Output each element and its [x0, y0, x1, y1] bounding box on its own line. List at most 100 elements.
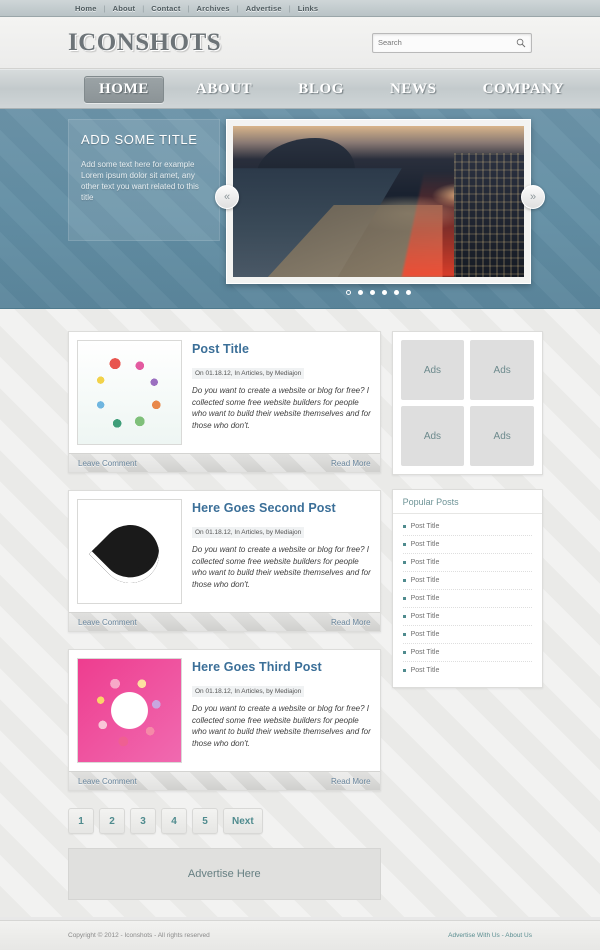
- main-navigation: HOME ABOUT BLOG NEWS COMPANY: [0, 69, 600, 109]
- pagination-page-4[interactable]: 4: [161, 808, 187, 834]
- bullet-icon: [402, 669, 406, 672]
- list-item-label: Post Title: [410, 649, 440, 656]
- post-card: Here Goes Second Post On 01.18.12, In Ar…: [68, 490, 381, 632]
- top-nav-link-advertise[interactable]: Advertise: [239, 4, 289, 13]
- list-item[interactable]: Post Title: [402, 590, 532, 608]
- post-meta: On 01.18.12, In Articles, by Mediajon: [192, 368, 305, 379]
- list-item-label: Post Title: [410, 577, 440, 584]
- hero-caption-title: ADD SOME TITLE: [81, 132, 198, 147]
- slider-dot[interactable]: [358, 290, 363, 295]
- hero-caption-text: Add some text here for example Lorem ips…: [81, 160, 199, 202]
- list-item[interactable]: Post Title: [402, 662, 532, 679]
- top-nav-link-home[interactable]: Home: [68, 4, 104, 13]
- post-excerpt: Do you want to create a website or blog …: [192, 545, 371, 589]
- slider-dot[interactable]: [346, 290, 351, 295]
- site-footer: Copyright © 2012 - Iconshots - All right…: [0, 920, 600, 950]
- slider-prev-arrow-icon[interactable]: «: [215, 185, 239, 209]
- top-nav-link-contact[interactable]: Contact: [144, 4, 187, 13]
- post-body: Post Title On 01.18.12, In Articles, by …: [69, 332, 380, 453]
- top-nav-link-links[interactable]: Links: [291, 4, 326, 13]
- popular-posts-title: Popular Posts: [392, 490, 542, 514]
- slider-dot[interactable]: [370, 290, 375, 295]
- ad-slot[interactable]: Ads: [470, 406, 534, 466]
- post-body: Here Goes Third Post On 01.18.12, In Art…: [69, 650, 380, 771]
- list-item-label: Post Title: [410, 541, 440, 548]
- list-item[interactable]: Post Title: [402, 518, 532, 536]
- ads-widget: Ads Ads Ads Ads: [391, 331, 543, 475]
- top-nav-link-archives[interactable]: Archives: [190, 4, 237, 13]
- ad-slot[interactable]: Ads: [400, 406, 465, 466]
- site-logo[interactable]: ICONSHOTS: [68, 29, 221, 57]
- footer-link-about-us[interactable]: About Us: [505, 932, 532, 939]
- post-thumbnail-image[interactable]: [77, 499, 182, 604]
- pagination-next-button[interactable]: Next: [223, 808, 263, 834]
- read-more-link[interactable]: Read More: [331, 618, 371, 627]
- post-excerpt: Do you want to create a website or blog …: [192, 386, 371, 430]
- list-item-label: Post Title: [410, 631, 440, 638]
- slider-dot[interactable]: [406, 290, 411, 295]
- list-item[interactable]: Post Title: [402, 626, 532, 644]
- bullet-icon: [402, 579, 406, 582]
- pagination-page-3[interactable]: 3: [130, 808, 156, 834]
- post-title[interactable]: Here Goes Second Post: [192, 501, 372, 515]
- top-nav-link-about[interactable]: About: [106, 4, 143, 13]
- top-nav-item[interactable]: Advertise: [239, 4, 289, 13]
- list-item[interactable]: Post Title: [402, 572, 532, 590]
- list-item[interactable]: Post Title: [402, 644, 532, 662]
- post-card: Here Goes Third Post On 01.18.12, In Art…: [68, 649, 381, 791]
- list-item-label: Post Title: [410, 559, 440, 566]
- nav-item-news[interactable]: NEWS: [376, 77, 451, 102]
- slider-dot[interactable]: [394, 290, 399, 295]
- slider-dot[interactable]: [382, 290, 387, 295]
- search-box[interactable]: [372, 32, 532, 53]
- top-nav-item[interactable]: Contact: [144, 4, 187, 13]
- site-header: ICONSHOTS: [0, 17, 600, 69]
- page-root: Home | About | Contact | Archives | Adve…: [0, 0, 600, 950]
- popular-posts-widget: Popular Posts Post Title Post Title Post…: [391, 489, 543, 688]
- post-thumbnail-image[interactable]: [77, 340, 182, 445]
- post-text-area: Here Goes Third Post On 01.18.12, In Art…: [192, 658, 372, 763]
- top-nav-item[interactable]: Archives: [190, 4, 237, 13]
- post-thumbnail-image[interactable]: [77, 658, 182, 763]
- list-item-label: Post Title: [410, 523, 440, 530]
- list-item[interactable]: Post Title: [402, 536, 532, 554]
- nav-item-company[interactable]: COMPANY: [469, 77, 578, 102]
- read-more-link[interactable]: Read More: [331, 459, 371, 468]
- ads-grid: Ads Ads Ads Ads: [393, 332, 542, 474]
- nav-item-about[interactable]: ABOUT: [182, 77, 266, 102]
- post-text-area: Post Title On 01.18.12, In Articles, by …: [192, 340, 372, 445]
- read-more-link[interactable]: Read More: [331, 777, 371, 786]
- ad-slot[interactable]: Ads: [470, 340, 534, 400]
- top-nav-item[interactable]: Home: [68, 4, 104, 13]
- search-icon[interactable]: [516, 38, 526, 48]
- pagination-page-1[interactable]: 1: [68, 808, 94, 834]
- bullet-icon: [402, 561, 406, 564]
- pagination-page-5[interactable]: 5: [192, 808, 218, 834]
- top-nav-item[interactable]: About: [106, 4, 143, 13]
- hero-photo-night-beach: [233, 126, 524, 277]
- post-title[interactable]: Post Title: [192, 342, 372, 356]
- hero-slider: ADD SOME TITLE Add some text here for ex…: [0, 109, 600, 309]
- list-item[interactable]: Post Title: [402, 608, 532, 626]
- ad-slot[interactable]: Ads: [400, 340, 465, 400]
- leave-comment-link[interactable]: Leave Comment: [78, 459, 137, 468]
- post-meta: On 01.18.12, In Articles, by Mediajon: [192, 527, 305, 538]
- list-item[interactable]: Post Title: [402, 554, 532, 572]
- main-column: Post Title On 01.18.12, In Articles, by …: [68, 331, 381, 917]
- nav-item-blog[interactable]: BLOG: [284, 77, 358, 102]
- post-card: Post Title On 01.18.12, In Articles, by …: [68, 331, 381, 473]
- post-text-area: Here Goes Second Post On 01.18.12, In Ar…: [192, 499, 372, 604]
- slider-dots: [226, 290, 531, 295]
- advertise-here-banner[interactable]: Advertise Here: [68, 848, 381, 900]
- leave-comment-link[interactable]: Leave Comment: [78, 618, 137, 627]
- post-title[interactable]: Here Goes Third Post: [192, 660, 372, 674]
- bullet-icon: [402, 525, 406, 528]
- pagination-page-2[interactable]: 2: [99, 808, 125, 834]
- top-nav-item[interactable]: Links: [291, 4, 326, 13]
- search-input[interactable]: [378, 38, 516, 47]
- content-area: Post Title On 01.18.12, In Articles, by …: [0, 309, 600, 917]
- leave-comment-link[interactable]: Leave Comment: [78, 777, 137, 786]
- slider-next-arrow-icon[interactable]: »: [521, 185, 545, 209]
- footer-link-advertise-with-us[interactable]: Advertise With Us: [448, 932, 500, 939]
- nav-item-home[interactable]: HOME: [84, 75, 164, 103]
